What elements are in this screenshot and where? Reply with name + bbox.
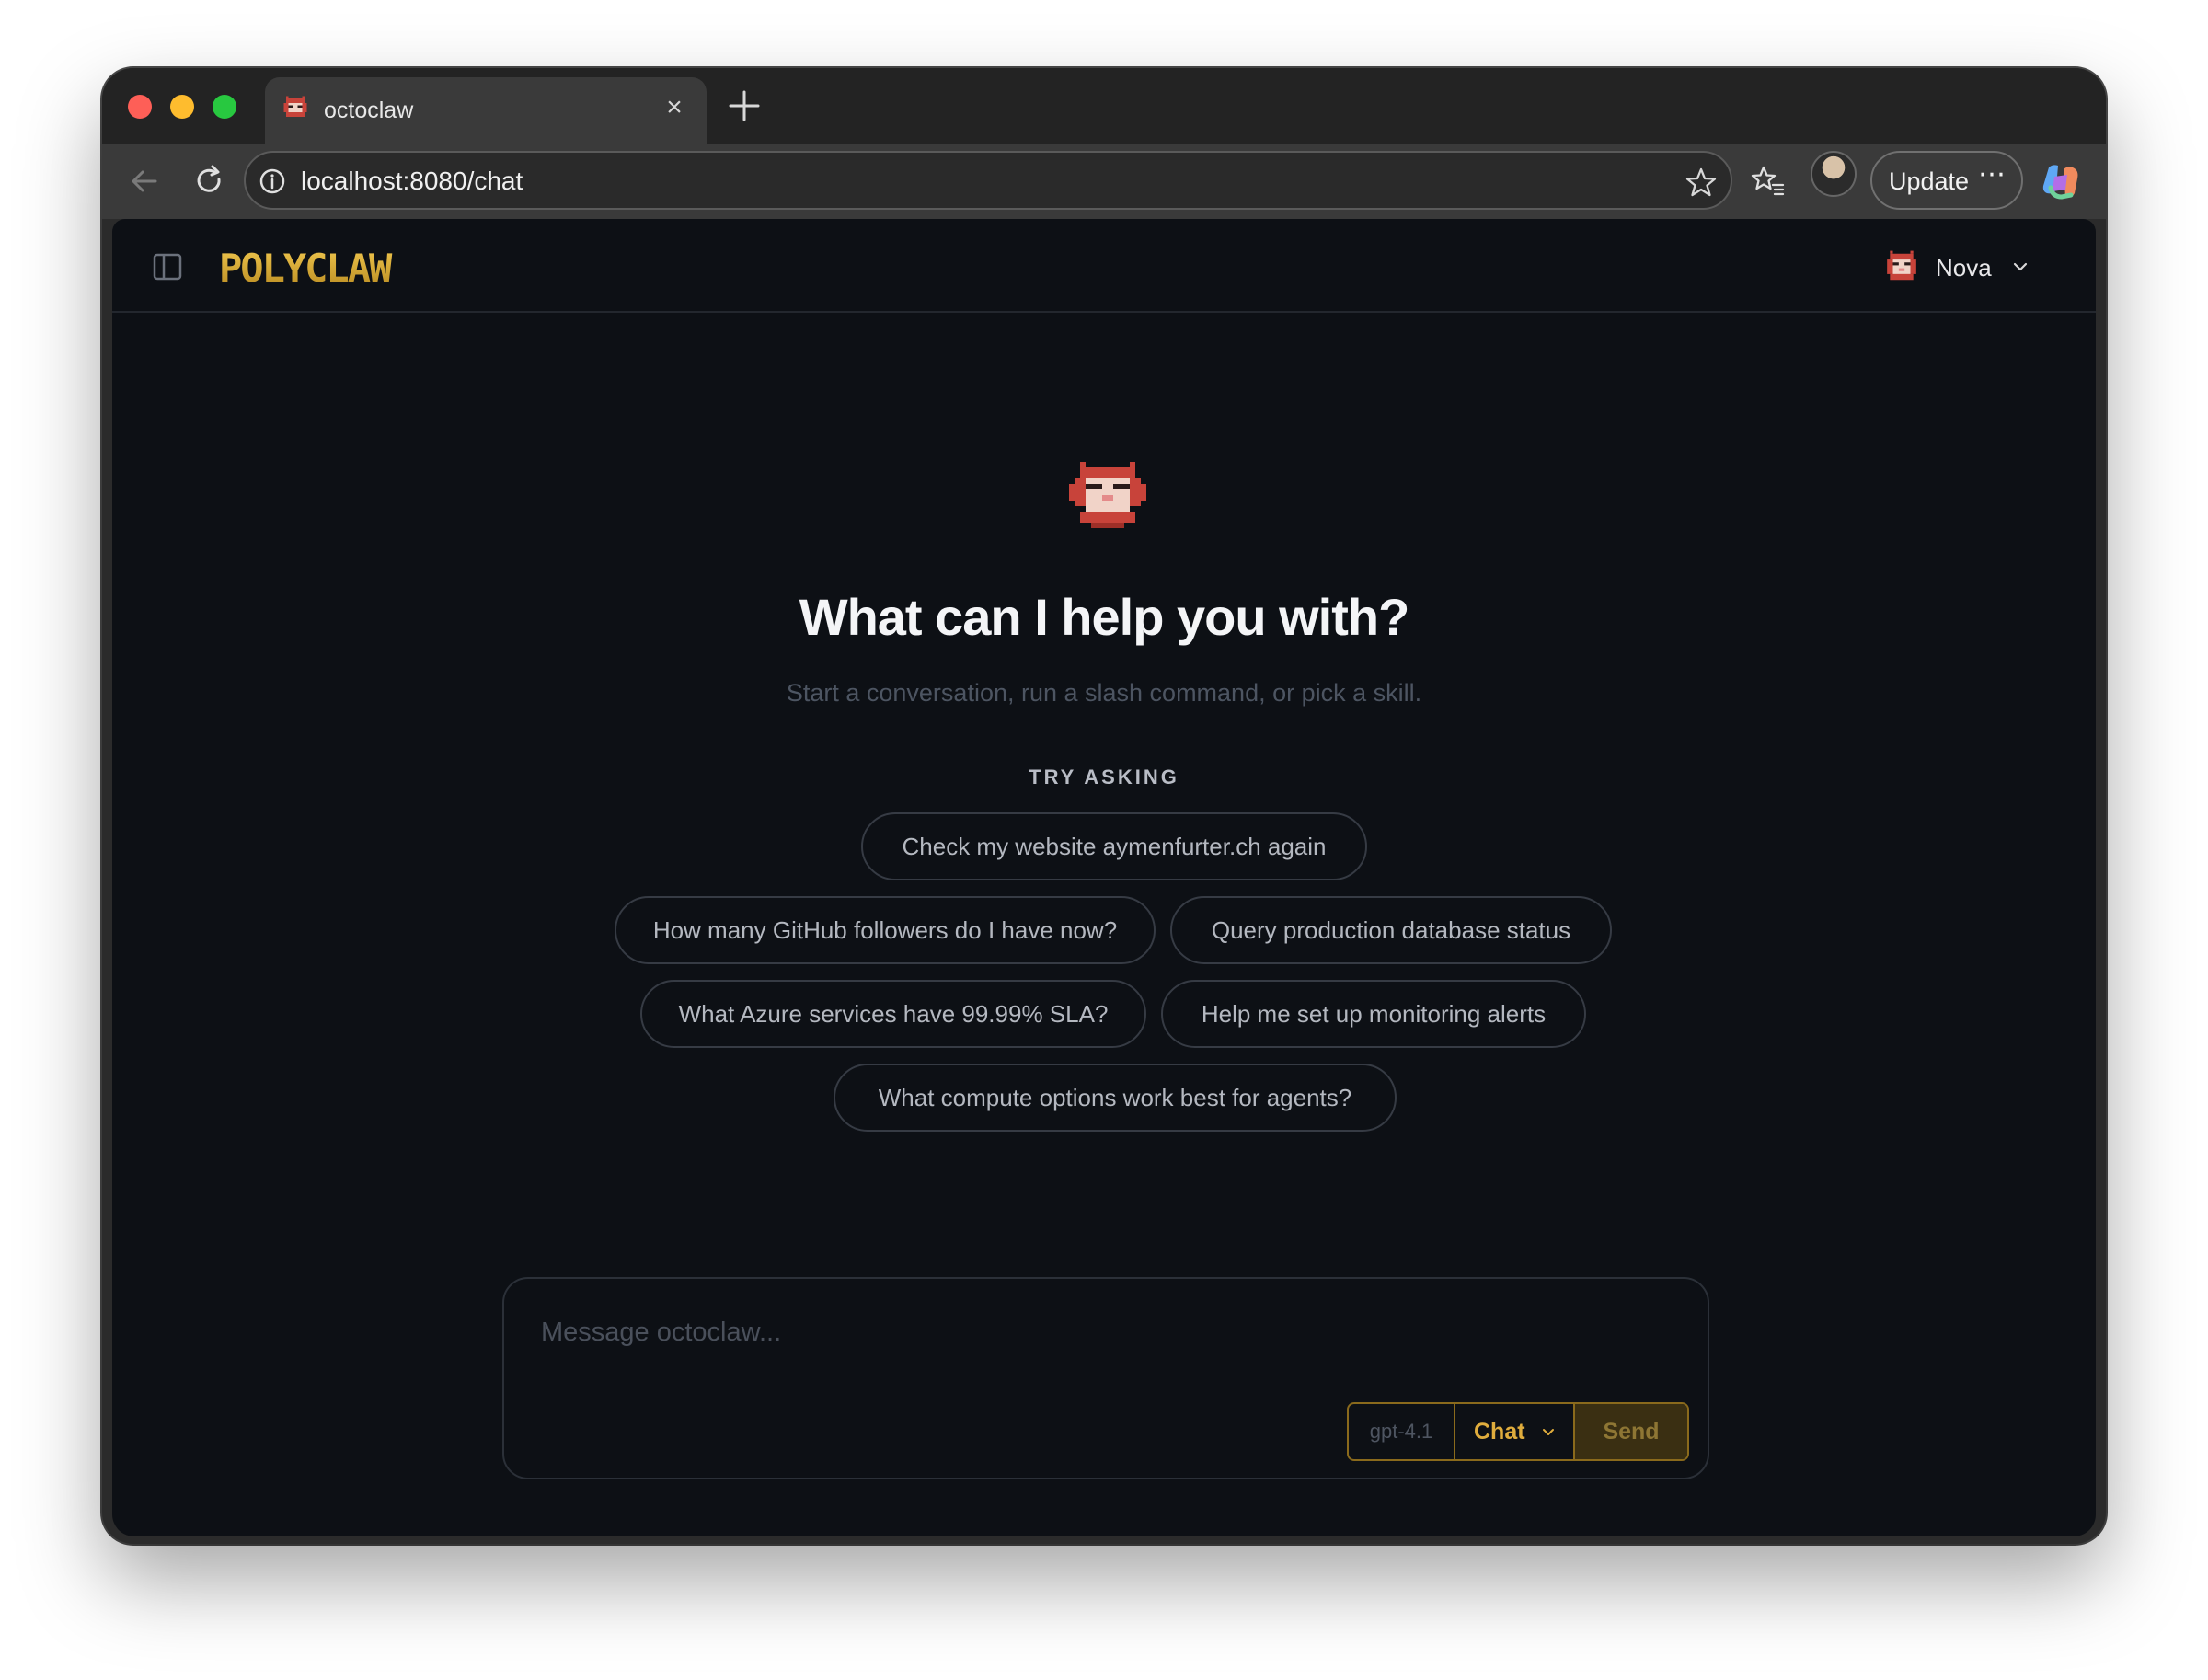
message-composer: gpt-4.1 Chat Send [502, 1277, 1709, 1479]
favorites-icon[interactable] [1749, 163, 1786, 200]
try-asking-label: TRY ASKING [1029, 765, 1179, 788]
update-button[interactable]: Update ⋯ [1870, 151, 2023, 210]
chat-app: POLYCLAW Nova What can I help you with? … [112, 219, 2096, 1536]
suggestion-chip[interactable]: Check my website aymenfurter.ch again [861, 812, 1367, 880]
tab-title: octoclaw [324, 98, 414, 123]
minimize-window-button[interactable] [170, 95, 194, 119]
suggestion-chip[interactable]: Help me set up monitoring alerts [1161, 980, 1586, 1048]
site-info-icon[interactable] [259, 167, 286, 195]
more-options-icon: ⋯ [1978, 159, 2007, 190]
browser-window: octoclaw × localhost:8080/chat Update ⋯ … [102, 68, 2106, 1544]
message-input[interactable] [541, 1314, 1553, 1351]
suggestion-chip[interactable]: How many GitHub followers do I have now? [615, 896, 1156, 964]
profile-avatar[interactable] [1811, 151, 1857, 197]
agent-name: Nova [1936, 254, 1992, 282]
page-subtitle: Start a conversation, run a slash comman… [786, 679, 1422, 707]
send-button[interactable]: Send [1575, 1404, 1687, 1459]
browser-toolbar: localhost:8080/chat Update ⋯ [102, 144, 2106, 219]
address-bar[interactable]: localhost:8080/chat [244, 151, 1732, 210]
maximize-window-button[interactable] [213, 95, 236, 119]
agent-switcher[interactable]: Nova [1884, 248, 2041, 285]
copilot-icon[interactable] [2040, 160, 2082, 202]
mode-label: Chat [1474, 1419, 1525, 1444]
browser-tab[interactable]: octoclaw × [265, 77, 707, 144]
suggestion-chip[interactable]: What Azure services have 99.99% SLA? [640, 980, 1146, 1048]
octoclaw-favicon-icon [283, 96, 307, 117]
new-tab-icon[interactable] [725, 86, 764, 125]
page-title: What can I help you with? [799, 588, 1410, 646]
browser-tab-bar: octoclaw × [102, 68, 2106, 144]
close-tab-icon[interactable]: × [661, 94, 688, 121]
chevron-down-icon [1543, 1429, 1554, 1435]
reload-icon[interactable] [190, 163, 227, 200]
svg-text:POLYCLAW: POLYCLAW [219, 246, 393, 291]
model-selector[interactable]: gpt-4.1 [1349, 1404, 1455, 1459]
octoclaw-mascot-icon [1069, 462, 1146, 528]
suggestion-chip[interactable]: Query production database status [1170, 896, 1612, 964]
chevron-down-icon [2013, 262, 2028, 271]
agent-avatar-icon [1887, 250, 1916, 281]
update-label: Update [1889, 167, 1970, 195]
suggestion-chip[interactable]: What compute options work best for agent… [834, 1064, 1397, 1132]
bookmark-star-icon[interactable] [1685, 166, 1718, 199]
polyclaw-logo[interactable]: POLYCLAW [219, 245, 403, 291]
mode-dropdown[interactable]: Chat [1455, 1404, 1575, 1459]
url-text: localhost:8080/chat [301, 167, 523, 195]
composer-controls: gpt-4.1 Chat Send [1347, 1402, 1689, 1461]
back-arrow-icon[interactable] [126, 163, 163, 200]
sidebar-toggle-icon[interactable] [153, 253, 182, 281]
app-header: POLYCLAW Nova [112, 219, 2096, 313]
close-window-button[interactable] [128, 95, 152, 119]
